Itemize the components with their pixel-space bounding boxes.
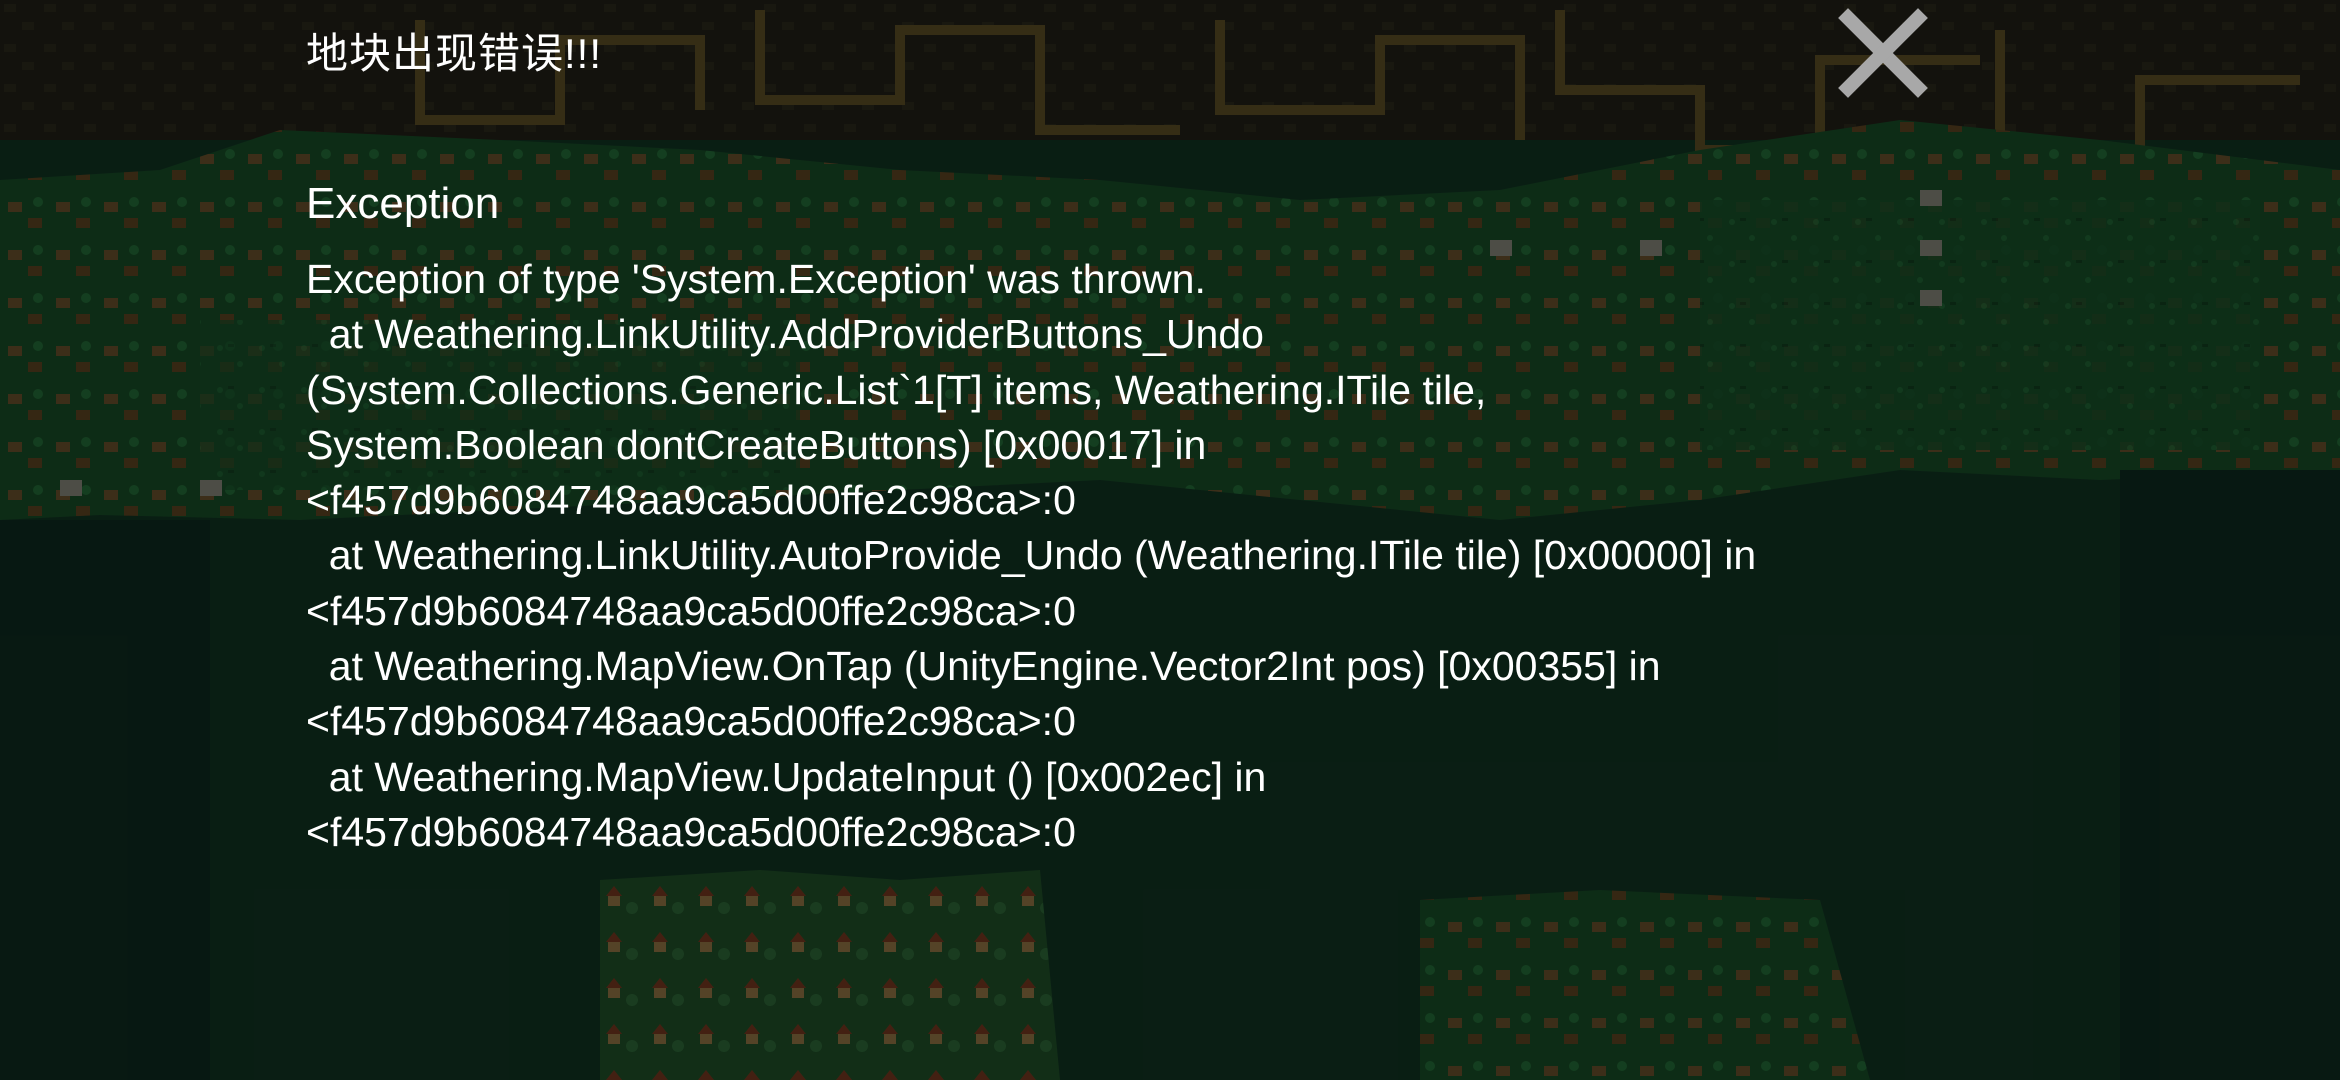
stacktrace-line: at Weathering.MapView.OnTap (UnityEngine… (306, 643, 1661, 690)
stacktrace-line: <f457d9b6084748aa9ca5d00ffe2c98ca>:0 (306, 698, 1076, 745)
stacktrace-line: Exception of type 'System.Exception' was… (306, 256, 1206, 302)
exception-stacktrace: Exception of type 'System.Exception' was… (306, 252, 2066, 860)
stacktrace-line: at Weathering.LinkUtility.AddProviderBut… (306, 311, 1264, 358)
stacktrace-line: System.Boolean dontCreateButtons) [0x000… (306, 421, 1207, 468)
stacktrace-line: (System.Collections.Generic.List`1[T] it… (306, 366, 1487, 413)
close-icon (1838, 8, 1928, 98)
stacktrace-line: <f457d9b6084748aa9ca5d00ffe2c98ca>:0 (306, 808, 1076, 855)
stacktrace-line: at Weathering.LinkUtility.AutoProvide_Un… (306, 532, 1757, 579)
dialog-title: 地块出现错误!!! (306, 30, 603, 77)
close-button[interactable] (1838, 8, 1928, 98)
stacktrace-line: at Weathering.MapView.UpdateInput () [0x… (306, 753, 1267, 800)
exception-heading: Exception (306, 179, 500, 228)
stacktrace-line: <f457d9b6084748aa9ca5d00ffe2c98ca>:0 (306, 587, 1076, 634)
stacktrace-line: <f457d9b6084748aa9ca5d00ffe2c98ca>:0 (306, 477, 1076, 524)
